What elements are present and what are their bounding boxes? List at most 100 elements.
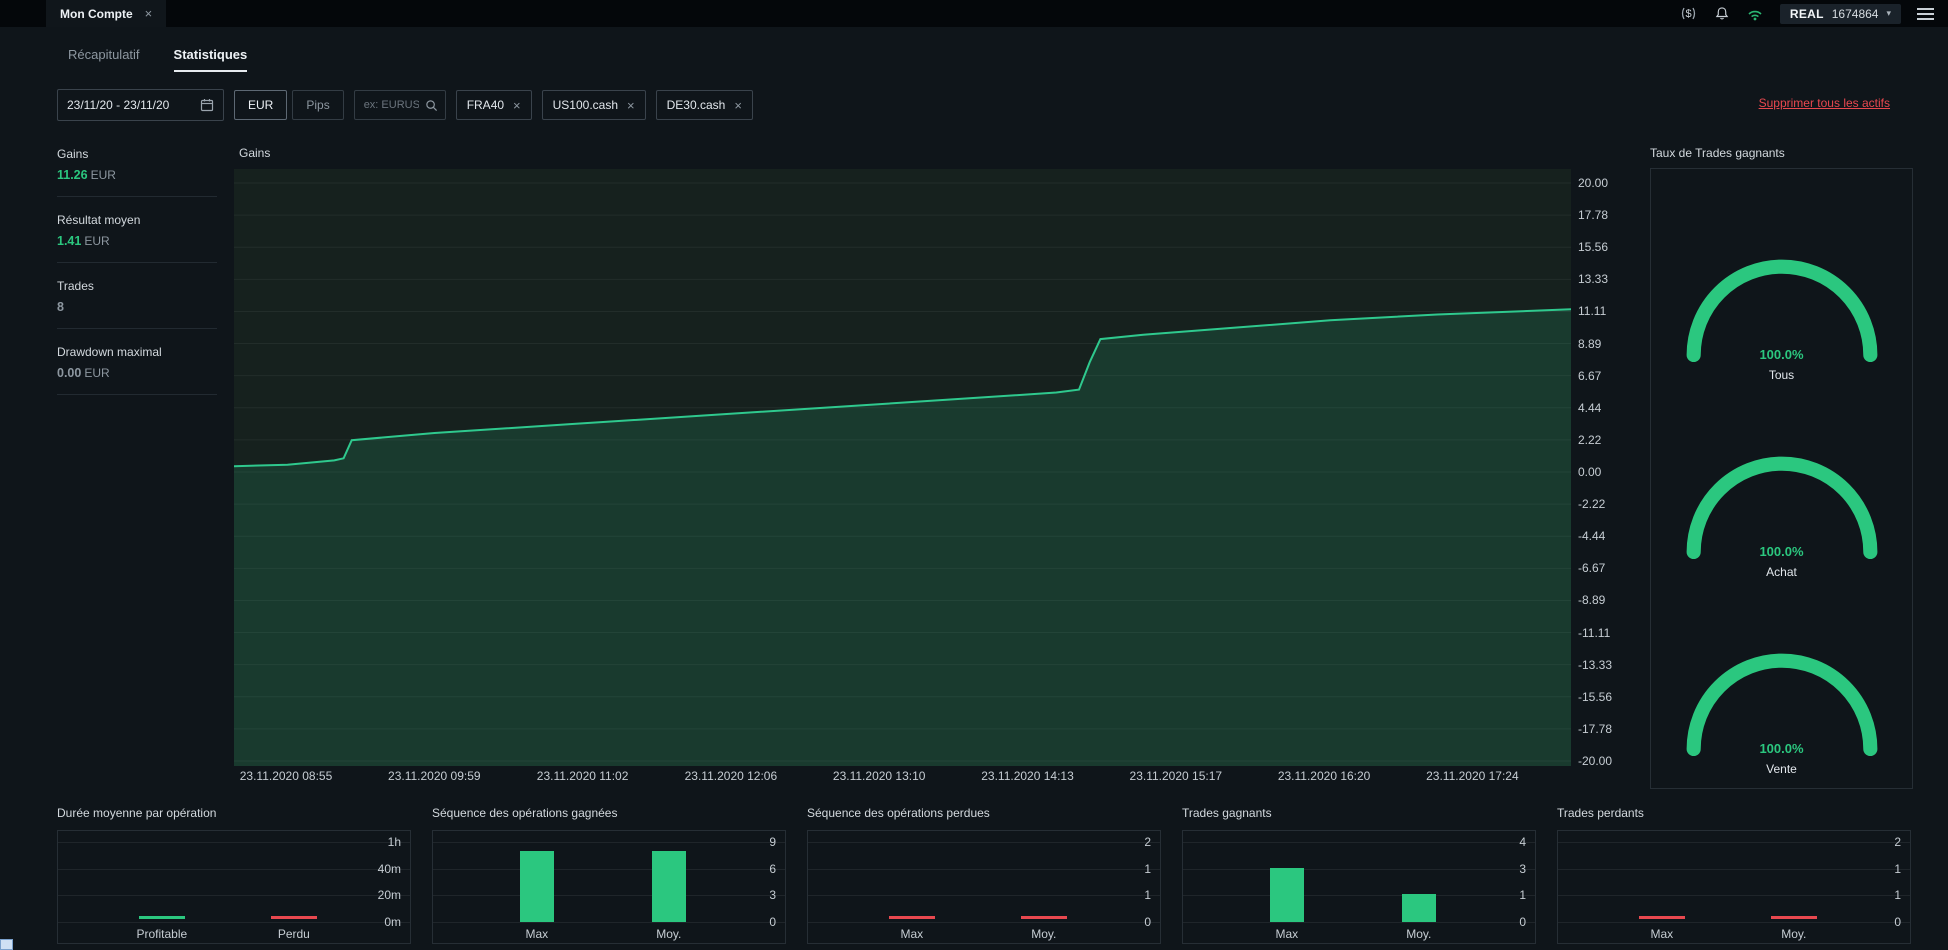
gauge-achat: 100.0% Achat <box>1676 444 1888 579</box>
gridline <box>1558 842 1910 843</box>
summary-resultat-moyen: Résultat moyen 1.41 EUR <box>57 213 217 263</box>
remove-asset-icon[interactable]: × <box>627 98 635 113</box>
y-axis-label: -15.56 <box>1578 689 1613 704</box>
x-axis-label: 23.11.2020 13:10 <box>832 769 926 783</box>
gridline <box>1183 895 1535 897</box>
account-window-tab[interactable]: Mon Compte × <box>46 0 167 27</box>
date-range-picker[interactable]: 23/11/20 - 23/11/20 <box>57 89 224 121</box>
gridline <box>1558 922 1910 923</box>
connection-wifi-icon <box>1746 6 1764 21</box>
calendar-icon <box>200 99 214 112</box>
gridline <box>58 895 410 897</box>
gauge-label: Vente <box>1766 762 1797 776</box>
y-axis-label: 40m <box>377 861 401 876</box>
account-tab-title: Mon Compte <box>60 6 133 21</box>
gauge-label: Achat <box>1766 565 1797 579</box>
y-axis-label: 20.00 <box>1578 176 1609 190</box>
category-label: Max <box>1650 927 1674 941</box>
remove-all-assets-link[interactable]: Supprimer tous les actifs <box>1759 96 1890 110</box>
gridline <box>433 922 785 923</box>
unit-toggle-pips[interactable]: Pips <box>292 90 344 120</box>
symbol-search-input[interactable] <box>361 98 421 112</box>
statistics-nav-tabs: Récapitulatif Statistiques <box>68 47 248 72</box>
y-axis-label: 8.89 <box>1578 336 1602 351</box>
y-axis-label: 0 <box>1519 915 1526 929</box>
y-axis-label: 0.00 <box>1578 465 1602 479</box>
unit-toggle-eur[interactable]: EUR <box>234 90 288 120</box>
summary-drawdown: Drawdown maximal 0.00 EUR <box>57 345 217 395</box>
y-axis-label: 2.22 <box>1578 432 1602 447</box>
gridline <box>808 922 1160 923</box>
gauge-vente: 100.0% Vente <box>1676 641 1888 776</box>
summary-value: 8 <box>57 300 64 314</box>
x-axis-label: 23.11.2020 16:20 <box>1277 769 1371 783</box>
gridline <box>1558 868 1910 870</box>
divider <box>57 328 217 329</box>
chart-plot: 2 1 1 0 Max Moy. <box>1557 830 1911 944</box>
tab-recapitulatif[interactable]: Récapitulatif <box>68 47 140 72</box>
gridline <box>58 842 410 843</box>
summary-label: Trades <box>57 279 94 293</box>
filter-row: 23/11/20 - 23/11/20 EUR Pips FRA40 × US1… <box>57 89 753 121</box>
bar-moy <box>1020 916 1067 919</box>
divider <box>57 196 217 197</box>
gridline <box>808 895 1160 897</box>
y-axis-label: 0 <box>769 915 776 929</box>
category-label: Profitable <box>136 927 188 941</box>
y-axis-label: 17.78 <box>1578 208 1609 223</box>
y-axis-label: 0 <box>1894 915 1901 929</box>
chart-title: Durée moyenne par opération <box>57 806 217 820</box>
gridline <box>808 868 1160 870</box>
y-axis-label: 3 <box>769 888 776 903</box>
symbol-search[interactable] <box>353 90 446 120</box>
y-axis-label: 11.11 <box>1578 304 1607 319</box>
summary-label: Drawdown maximal <box>57 345 162 359</box>
date-range-value: 23/11/20 - 23/11/20 <box>67 98 170 112</box>
asset-chip-fra40[interactable]: FRA40 × <box>455 90 532 120</box>
tab-statistiques[interactable]: Statistiques <box>173 47 248 72</box>
gains-area-chart <box>233 169 1572 766</box>
asset-chip-label: DE30.cash <box>666 98 726 112</box>
asset-chip-de30[interactable]: DE30.cash × <box>655 90 753 120</box>
summary-label: Résultat moyen <box>57 213 141 227</box>
asset-chip-label: FRA40 <box>466 98 505 112</box>
asset-chip-label: US100.cash <box>552 98 619 112</box>
y-axis-label: 0m <box>384 915 401 929</box>
bar-perdu <box>270 916 317 919</box>
win-rate-title: Taux de Trades gagnants <box>1650 146 1785 160</box>
category-label: Max <box>900 927 924 941</box>
y-axis-label: -13.33 <box>1578 657 1613 672</box>
category-label: Max <box>525 927 549 941</box>
y-axis-label: -2.22 <box>1578 497 1606 512</box>
y-axis-label: 4.44 <box>1578 400 1602 415</box>
menu-icon[interactable] <box>1917 7 1934 20</box>
y-axis-label: 3 <box>1519 861 1526 876</box>
divider <box>57 394 217 395</box>
gridline <box>58 922 410 923</box>
close-tab-icon[interactable]: × <box>145 6 153 21</box>
bar-max <box>888 916 935 919</box>
divider <box>57 262 217 263</box>
gridline <box>808 842 1160 843</box>
price-alert-icon[interactable]: $ <box>1679 6 1698 21</box>
gridline <box>1183 842 1535 843</box>
summary-value: 0.00 EUR <box>57 366 110 380</box>
unit-toggle-group: EUR Pips <box>234 90 344 120</box>
asset-chip-us100[interactable]: US100.cash × <box>541 90 646 120</box>
gridline <box>1558 895 1910 897</box>
x-axis-label: 23.11.2020 14:13 <box>981 769 1074 783</box>
top-bar: Mon Compte × $ REAL 1674864 ▾ <box>0 0 1948 27</box>
remove-asset-icon[interactable]: × <box>734 98 742 113</box>
chevron-down-icon: ▾ <box>1886 8 1891 18</box>
summary-label: Gains <box>57 147 89 161</box>
remove-asset-icon[interactable]: × <box>513 98 521 113</box>
notifications-bell-icon[interactable] <box>1714 6 1730 22</box>
account-switcher[interactable]: REAL 1674864 ▾ <box>1779 3 1901 24</box>
chart-win-streak: Séquence des opérations gagnées 9 6 3 0 Max M… <box>432 806 786 944</box>
category-label: Max <box>1275 927 1299 941</box>
gauge-label: Tous <box>1768 368 1795 382</box>
summary-panel: Gains 11.26 EUR Résultat moyen 1.41 EUR Tr… <box>57 147 217 411</box>
x-axis-label: 23.11.2020 11:02 <box>536 769 629 783</box>
x-axis-label: 23.11.2020 17:24 <box>1426 769 1519 783</box>
y-axis-label: 0 <box>1144 915 1151 929</box>
